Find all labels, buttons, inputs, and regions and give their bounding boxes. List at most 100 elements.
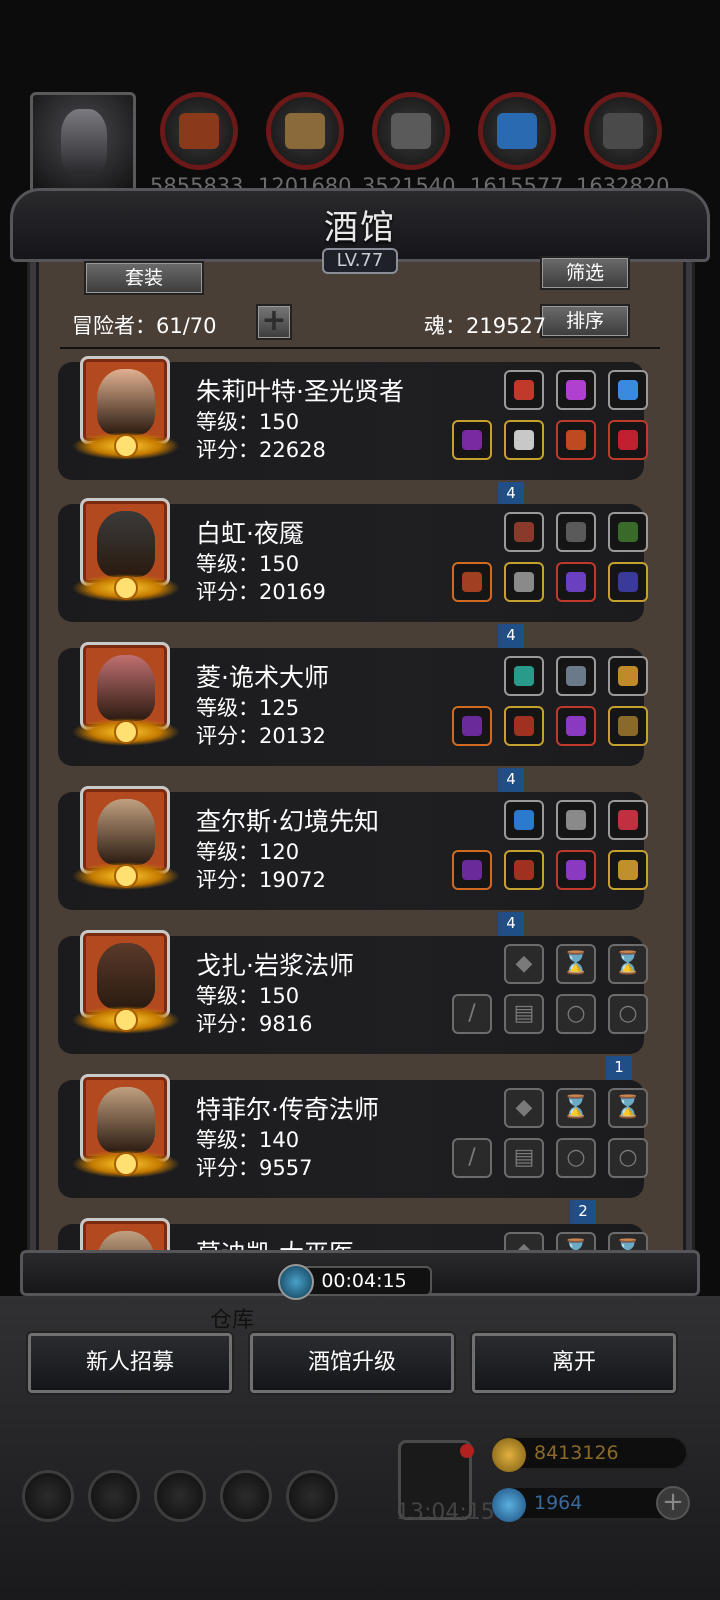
empty-equipment-slot-icon[interactable]: / xyxy=(452,994,492,1034)
rank-emblem-icon xyxy=(72,718,180,746)
equipment-slot-icon[interactable] xyxy=(504,562,544,602)
rank-emblem-icon xyxy=(72,1006,180,1034)
settings-icon[interactable] xyxy=(22,1470,74,1522)
leave-button[interactable]: 离开 xyxy=(472,1333,676,1393)
empty-equipment-slot-icon[interactable]: ○ xyxy=(556,994,596,1034)
hero-name: 白虹·夜魇 xyxy=(196,519,304,548)
filter-button[interactable]: 筛选 xyxy=(540,256,630,290)
equipment-slot-icon[interactable] xyxy=(608,800,648,840)
empty-equipment-slot-icon[interactable]: ○ xyxy=(608,1138,648,1178)
hero-level: 等级：150 xyxy=(196,410,300,434)
hero-level: 等级：140 xyxy=(196,1128,300,1152)
rank-emblem-icon xyxy=(72,432,180,460)
equipment-slot-icon[interactable] xyxy=(608,706,648,746)
equipment-slot-icon[interactable] xyxy=(504,850,544,890)
hero-card[interactable]: 查尔斯·幻境先知 等级：120 评分：19072 xyxy=(58,786,648,910)
equipment-slot-icon[interactable] xyxy=(608,370,648,410)
empty-rune-slot-icon[interactable]: ⌛ xyxy=(556,1088,596,1128)
hero-score: 评分：9816 xyxy=(196,1012,313,1036)
equipment-slot-icon[interactable] xyxy=(504,370,544,410)
equipment-slot-icon[interactable] xyxy=(556,562,596,602)
equipment-slot-icon[interactable] xyxy=(608,420,648,460)
page-title: 酒馆 xyxy=(324,208,396,248)
set-button[interactable]: 套装 xyxy=(84,261,204,295)
star-icon[interactable] xyxy=(88,1470,140,1522)
warehouse-label: 仓库 xyxy=(210,1308,255,1333)
divider xyxy=(60,347,660,349)
hero-level: 等级：120 xyxy=(196,840,300,864)
sort-button[interactable]: 排序 xyxy=(540,304,630,338)
equipment-slot-icon[interactable] xyxy=(556,512,596,552)
hero-card[interactable]: 戈扎·岩浆法师 等级：150 评分：9816 ◆ ⌛ ⌛ / ▤ ○ ○ xyxy=(58,930,648,1054)
hero-card[interactable]: 白虹·夜魇等级：150 评分：20169 xyxy=(58,498,648,622)
meat-icon[interactable] xyxy=(160,92,238,170)
hero-name: 戈扎·岩浆法师 xyxy=(196,951,354,980)
hero-portrait xyxy=(80,356,170,444)
empty-flame-slot-icon[interactable]: ◆ xyxy=(504,1088,544,1128)
hero-score: 评分：20132 xyxy=(196,724,326,748)
equipment-slot-icon[interactable] xyxy=(556,850,596,890)
hero-card[interactable]: 朱莉叶特·圣光贤者等级：150 评分：22628 xyxy=(58,356,648,480)
hero-score: 评分：22628 xyxy=(196,438,326,462)
equipment-slot-icon[interactable] xyxy=(452,706,492,746)
equipment-slot-icon[interactable] xyxy=(504,656,544,696)
equipment-slot-icon[interactable] xyxy=(608,850,648,890)
empty-rune-slot-icon[interactable]: ⌛ xyxy=(608,1088,648,1128)
gold-value: 8413126 xyxy=(534,1442,619,1464)
hero-name: 朱莉叶特·圣光贤者 xyxy=(196,377,404,406)
hero-portrait xyxy=(80,498,170,586)
empty-equipment-slot-icon[interactable]: ○ xyxy=(556,1138,596,1178)
wood-icon[interactable] xyxy=(266,92,344,170)
cube-icon[interactable] xyxy=(286,1470,338,1522)
add-slot-button[interactable]: + xyxy=(256,304,292,340)
empty-equipment-slot-icon[interactable]: ○ xyxy=(608,994,648,1034)
empty-equipment-slot-icon[interactable]: / xyxy=(452,1138,492,1178)
equipment-slot-icon[interactable] xyxy=(556,370,596,410)
hero-portrait xyxy=(80,1074,170,1162)
equipment-slot-icon[interactable] xyxy=(608,562,648,602)
hero-card[interactable]: 菱·诡术大师等级：125 评分：20132 xyxy=(58,642,648,766)
diamond-icon xyxy=(492,1488,526,1522)
equipment-slot-icon[interactable] xyxy=(504,800,544,840)
recruit-button[interactable]: 新人招募 xyxy=(28,1333,232,1393)
empty-rune-slot-icon[interactable]: ⌛ xyxy=(608,944,648,984)
equipment-slot-icon[interactable] xyxy=(556,800,596,840)
hero-level: 等级：150 xyxy=(196,552,300,576)
equipment-slot-icon[interactable] xyxy=(452,420,492,460)
crystal-icon[interactable] xyxy=(478,92,556,170)
hero-list[interactable]: 朱莉叶特·圣光贤者 等级：150 评分：22628 4 白虹·夜魇 等级：150 评分：20… xyxy=(40,350,680,1276)
add-diamond-button[interactable]: + xyxy=(656,1486,690,1520)
player-avatar[interactable] xyxy=(30,92,136,194)
hero-name: 菱·诡术大师 xyxy=(196,663,329,692)
equipment-slot-icon[interactable] xyxy=(504,512,544,552)
equipment-slot-icon[interactable] xyxy=(452,562,492,602)
rank-emblem-icon xyxy=(72,862,180,890)
hero-card[interactable]: 特菲尔·传奇法师 等级：140 评分：9557 ◆ ⌛ ⌛ / ▤ ○ ○ xyxy=(58,1074,648,1198)
empty-equipment-slot-icon[interactable]: ▤ xyxy=(504,994,544,1034)
scroll-icon[interactable] xyxy=(154,1470,206,1522)
gold-coin-icon xyxy=(492,1438,526,1472)
equipment-slot-icon[interactable] xyxy=(452,850,492,890)
equipment-slot-icon[interactable] xyxy=(556,656,596,696)
empty-equipment-slot-icon[interactable]: ▤ xyxy=(504,1138,544,1178)
diamond-value: 1964 xyxy=(534,1492,583,1514)
equipment-slot-icon[interactable] xyxy=(556,420,596,460)
empty-flame-slot-icon[interactable]: ◆ xyxy=(504,944,544,984)
hero-level: 等级：125 xyxy=(196,696,300,720)
empty-rune-slot-icon[interactable]: ⌛ xyxy=(556,944,596,984)
refresh-timer: 00:04:15 xyxy=(296,1266,432,1296)
equipment-slot-icon[interactable] xyxy=(504,420,544,460)
mail-icon[interactable] xyxy=(220,1470,272,1522)
equipment-slot-icon[interactable] xyxy=(608,656,648,696)
clock-icon xyxy=(278,1264,314,1300)
hero-portrait xyxy=(80,786,170,874)
equipment-slot-icon[interactable] xyxy=(556,706,596,746)
upgrade-tavern-button[interactable]: 酒馆升级 xyxy=(250,1333,454,1393)
stone-icon[interactable] xyxy=(584,92,662,170)
iron-icon[interactable] xyxy=(372,92,450,170)
hero-score: 评分：20169 xyxy=(196,580,326,604)
equipment-slot-icon[interactable] xyxy=(608,512,648,552)
gift-timer: 13:04:15 xyxy=(396,1500,495,1525)
equipment-slot-icon[interactable] xyxy=(504,706,544,746)
rank-emblem-icon xyxy=(72,574,180,602)
